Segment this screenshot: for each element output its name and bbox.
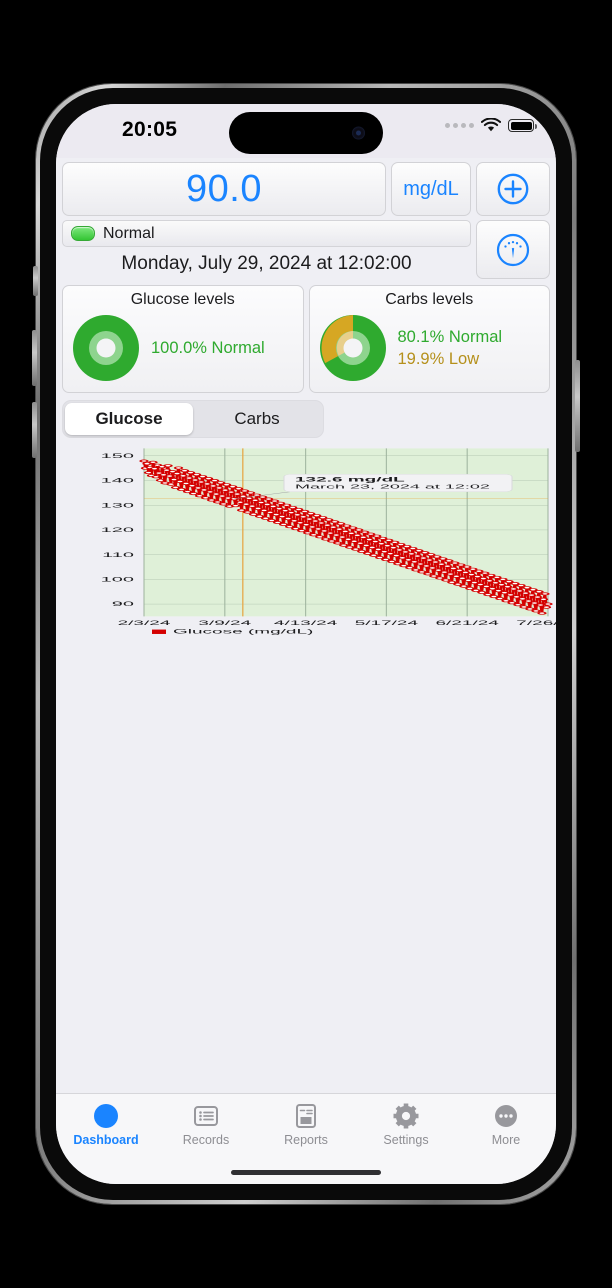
- tab-label: Dashboard: [73, 1133, 139, 1147]
- card-legend: 100.0% Normal: [151, 338, 265, 359]
- card-body: 80.1% Normal 19.9% Low: [316, 311, 544, 385]
- front-camera-icon: [352, 126, 365, 140]
- unit-label: mg/dL: [403, 177, 459, 200]
- summary-cards: Glucose levels 100.0% Normal Carbs level…: [56, 279, 556, 393]
- tab-label: Records: [182, 1133, 230, 1147]
- current-reading-field[interactable]: 90.0: [62, 162, 386, 216]
- tab-label: More: [491, 1133, 521, 1147]
- donut-chart-icon: [73, 315, 139, 381]
- svg-text:150: 150: [101, 453, 134, 460]
- gauge-button[interactable]: [476, 220, 550, 279]
- svg-text:4/13/24: 4/13/24: [274, 620, 338, 627]
- tab-records[interactable]: Records: [156, 1102, 256, 1147]
- svg-text:2/3/24: 2/3/24: [118, 620, 171, 627]
- svg-text:140: 140: [101, 478, 134, 485]
- wifi-icon: [481, 118, 501, 132]
- segmented-control: Glucose Carbs: [62, 400, 324, 438]
- home-indicator[interactable]: [231, 1170, 381, 1175]
- mute-switch[interactable]: [33, 266, 38, 296]
- status-label: Normal: [103, 224, 155, 242]
- svg-text:3/9/24: 3/9/24: [198, 620, 251, 627]
- legend-entry: 100.0% Normal: [151, 338, 265, 357]
- chart-canvas[interactable]: 90 100 110 120 130 140 150 2/3/24 3/9/24 4/13/24 5…: [56, 444, 556, 639]
- status-date-row: Normal Monday, July 29, 2024 at 12:02:00: [56, 216, 556, 279]
- cellular-dots-icon: [445, 123, 474, 128]
- donut-chart-icon: [319, 315, 386, 381]
- glucose-chart[interactable]: 90 100 110 120 130 140 150 2/3/24 3/9/24 4/13/24 5…: [56, 444, 556, 639]
- tab-label: Reports: [284, 1133, 328, 1147]
- battery-full-icon: [508, 119, 537, 132]
- gauge-icon: [496, 233, 530, 266]
- reading-row: 90.0 mg/dL: [56, 158, 556, 216]
- current-reading-value: 90.0: [186, 167, 262, 210]
- card-legend: 80.1% Normal 19.9% Low: [398, 327, 503, 369]
- tab-label: Settings: [383, 1133, 429, 1147]
- svg-text:Glucose (mg/dL): Glucose (mg/dL): [173, 628, 313, 635]
- tab-carbs[interactable]: Carbs: [193, 403, 321, 435]
- list-document-icon: [194, 1106, 218, 1126]
- svg-text:7/26/24: 7/26/24: [516, 620, 556, 627]
- svg-text:132.6 mg/dL: 132.6 mg/dL: [295, 476, 405, 483]
- status-bar-indicators: [445, 118, 537, 133]
- status-bar-time: 20:05: [122, 118, 178, 141]
- unit-selector[interactable]: mg/dL: [391, 162, 471, 216]
- card-title: Glucose levels: [130, 291, 235, 308]
- svg-text:100: 100: [101, 576, 134, 583]
- tab-reports[interactable]: Reports: [256, 1102, 356, 1147]
- svg-text:110: 110: [102, 552, 134, 559]
- volume-down-button[interactable]: [32, 402, 37, 458]
- gear-icon: [393, 1103, 419, 1129]
- status-badge[interactable]: Normal: [62, 220, 471, 247]
- report-document-icon: [296, 1104, 316, 1128]
- legend-entry: 19.9% Low: [397, 349, 480, 368]
- status-date-stack: Normal Monday, July 29, 2024 at 12:02:00: [62, 220, 471, 279]
- svg-text:6/21/24: 6/21/24: [436, 620, 500, 627]
- screenshot-stage: 20:05 90.0 mg/dL Normal Monday, July 29,…: [0, 0, 612, 1288]
- volume-up-button[interactable]: [32, 330, 37, 386]
- card-title: Carbs levels: [385, 291, 474, 308]
- svg-text:5/17/24: 5/17/24: [355, 620, 419, 627]
- chart-type-segmented-control: Glucose Carbs: [56, 393, 556, 444]
- tab-settings[interactable]: Settings: [356, 1102, 456, 1147]
- ellipsis-circle-icon: [495, 1105, 517, 1127]
- power-button[interactable]: [575, 360, 580, 452]
- legend-entry: 80.1% Normal: [397, 327, 503, 346]
- pie-chart-icon: [94, 1104, 118, 1128]
- tab-more[interactable]: More: [456, 1102, 556, 1147]
- add-record-button[interactable]: [476, 162, 550, 216]
- tab-dashboard[interactable]: Dashboard: [56, 1102, 156, 1147]
- dynamic-island: [229, 112, 383, 154]
- card-body: 100.0% Normal: [69, 311, 297, 385]
- tab-glucose[interactable]: Glucose: [65, 403, 193, 435]
- plus-circle-icon: [497, 173, 529, 205]
- glucose-levels-card[interactable]: Glucose levels 100.0% Normal: [62, 285, 304, 393]
- status-indicator-pill: [71, 226, 95, 241]
- reading-date-label: Monday, July 29, 2024 at 12:02:00: [121, 253, 412, 274]
- status-bar: 20:05: [56, 104, 556, 158]
- dashboard-panel: 90.0 mg/dL Normal Monday, July 29, 2024 …: [56, 158, 556, 639]
- svg-text:March 23, 2024 at 12:02: March 23, 2024 at 12:02: [295, 484, 490, 490]
- carbs-levels-card[interactable]: Carbs levels 80.1% Normal 19.9% Low: [308, 285, 550, 393]
- svg-text:130: 130: [101, 502, 134, 509]
- svg-text:120: 120: [101, 527, 134, 534]
- tab-bar: Dashboard Records Reports Settings More: [56, 1093, 556, 1184]
- phone-screen: 20:05 90.0 mg/dL Normal Monday, July 29,…: [56, 104, 556, 1184]
- svg-text:90: 90: [112, 601, 134, 608]
